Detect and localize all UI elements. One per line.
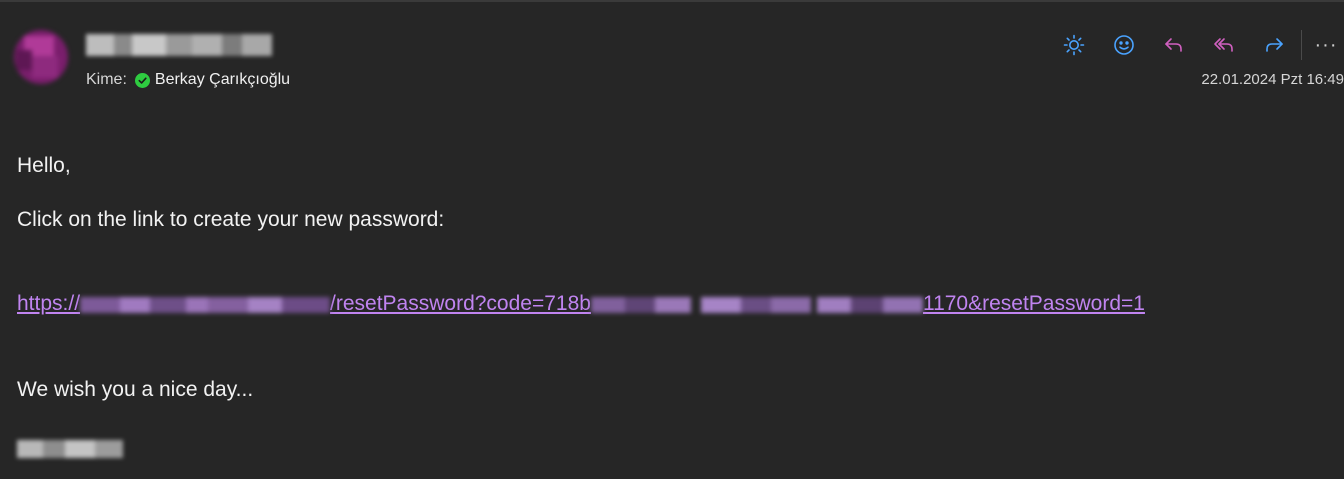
summarize-sun-icon[interactable] [1059,30,1089,60]
link-prefix: https:// [17,292,81,315]
reply-icon[interactable] [1159,30,1189,60]
recipient-name[interactable]: Berkay Çarıkçıoğlu [155,70,290,90]
sender-avatar[interactable] [14,30,68,84]
more-actions-icon[interactable]: ··· [1308,30,1344,60]
signature-redacted [17,438,123,460]
greeting-text: Hello, [17,154,71,177]
presence-available-icon [134,72,150,88]
toolbar-divider [1301,30,1302,60]
link-path: /resetPassword?code=718b [330,292,591,315]
closing-text: We wish you a nice day... [17,378,254,401]
reply-all-icon[interactable] [1209,30,1239,60]
instruction-text: Click on the link to create your new pas… [17,208,445,231]
email-reading-pane: Kime: Berkay Çarıkçıoğlu ··· 22.01.2024 … [0,0,1344,479]
recipient-line: Kime: Berkay Çarıkçıoğlu [86,70,290,90]
message-actions-toolbar: ··· [1039,30,1344,60]
emoji-icon[interactable] [1109,30,1139,60]
link-domain-redacted [80,293,331,315]
link-query: 1170&resetPassword=1 [922,292,1145,315]
sender-name-redacted [86,34,272,56]
link-code-redacted [590,293,923,315]
received-date: 22.01.2024 Pzt 16:49 [1201,71,1344,88]
to-label: Kime: [86,71,127,88]
reset-password-link[interactable]: https:// /resetPassword?code=718b 1170&r… [17,291,1145,317]
forward-icon[interactable] [1259,30,1289,60]
